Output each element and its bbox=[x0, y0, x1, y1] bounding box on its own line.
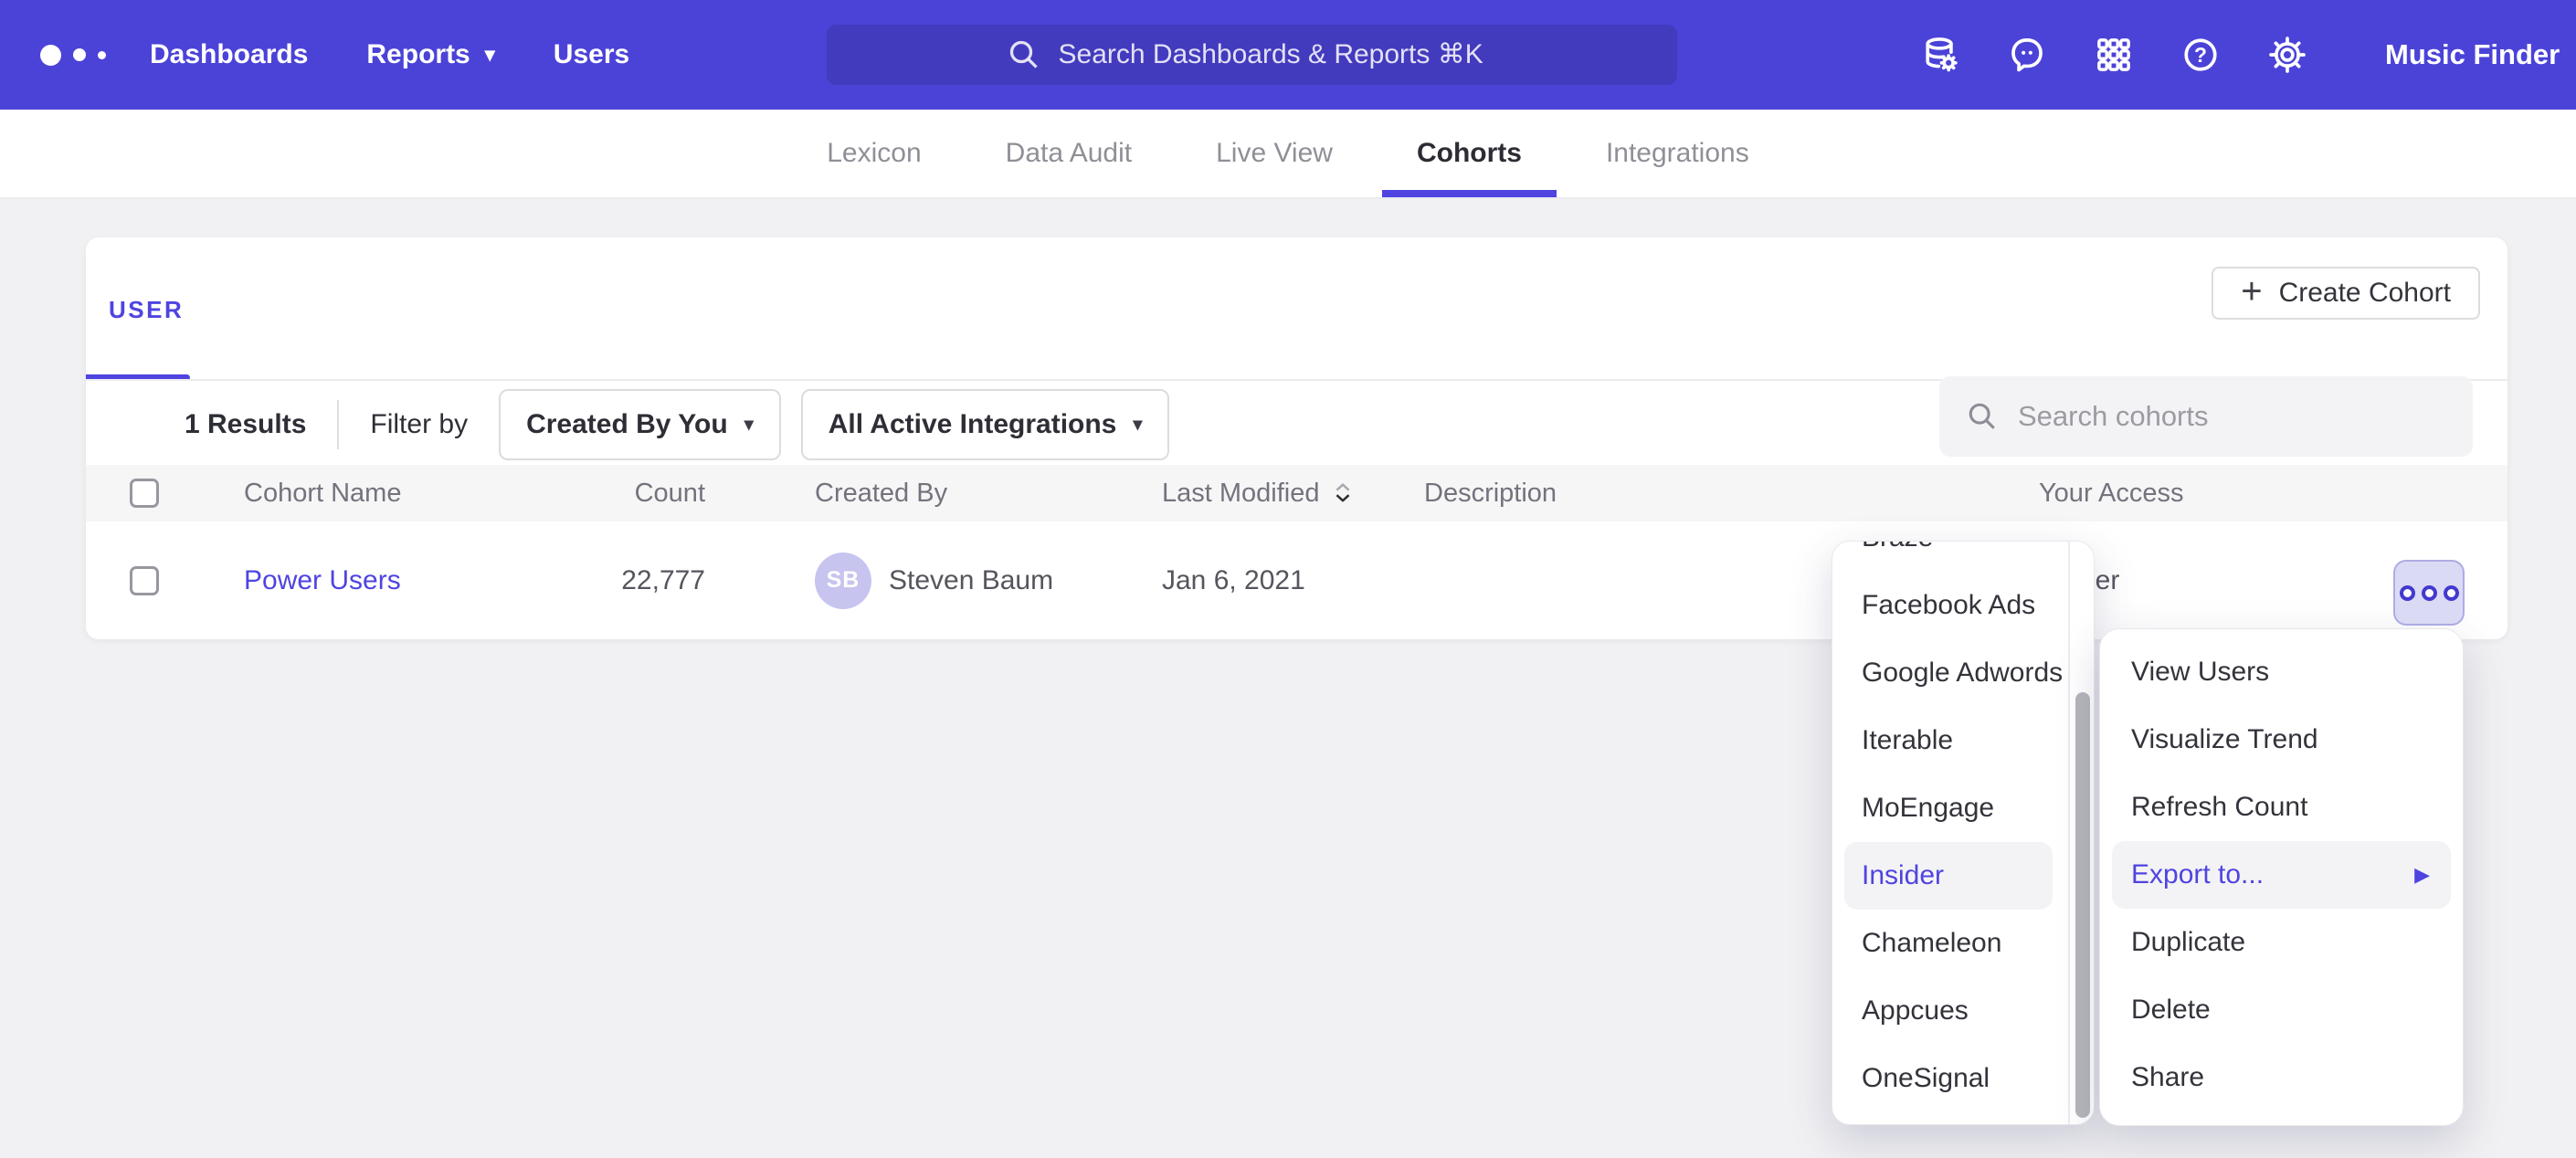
export-destinations-menu: Braze Facebook Ads Google Adwords Iterab… bbox=[1832, 541, 2095, 1125]
svg-text:?: ? bbox=[2194, 43, 2207, 67]
header-your-access[interactable]: Your Access bbox=[2039, 465, 2184, 521]
avatar: SB bbox=[815, 553, 871, 609]
tab-lexicon[interactable]: Lexicon bbox=[827, 110, 921, 197]
apps-grid-icon[interactable] bbox=[2094, 35, 2134, 75]
tab-data-audit[interactable]: Data Audit bbox=[1006, 110, 1132, 197]
cohorts-card: USER + Create Cohort 1 Results Filter by… bbox=[86, 237, 2507, 639]
menu-item-delete[interactable]: Delete bbox=[2100, 976, 2463, 1044]
vertical-divider bbox=[337, 400, 339, 449]
menu-item-visualize-trend[interactable]: Visualize Trend bbox=[2100, 706, 2463, 774]
cohort-count: 22,777 bbox=[561, 521, 705, 639]
tab-data-audit-label: Data Audit bbox=[1006, 138, 1132, 169]
row-checkbox[interactable] bbox=[130, 566, 159, 595]
search-icon bbox=[1008, 38, 1040, 71]
menu-scrollbar-thumb[interactable] bbox=[2075, 692, 2090, 1118]
ellipsis-dot bbox=[2444, 585, 2459, 601]
settings-gear-icon[interactable] bbox=[2267, 35, 2307, 75]
cohort-search-bar[interactable] bbox=[1939, 376, 2473, 457]
results-count: 1 Results bbox=[185, 409, 306, 440]
menu-item-insider[interactable]: Insider bbox=[1844, 842, 2053, 910]
tab-user-cohorts[interactable]: USER bbox=[109, 296, 184, 324]
submenu-arrow-icon: ▶ bbox=[2414, 863, 2430, 887]
global-search-bar[interactable] bbox=[827, 25, 1677, 85]
created-by-cell: SB Steven Baum bbox=[815, 521, 1053, 639]
search-icon bbox=[1967, 401, 1998, 432]
create-cohort-button[interactable]: + Create Cohort bbox=[2212, 267, 2480, 320]
menu-item-view-users[interactable]: View Users bbox=[2100, 638, 2463, 706]
logo-dot-small bbox=[98, 51, 106, 59]
menu-item-export-to-label: Export to... bbox=[2131, 859, 2264, 890]
export-destinations-list: Braze Facebook Ads Google Adwords Iterab… bbox=[1832, 541, 2094, 1112]
menu-item-onesignal[interactable]: OneSignal bbox=[1832, 1045, 2094, 1112]
mixpanel-dots-logo[interactable] bbox=[40, 45, 106, 66]
sort-descending-icon[interactable] bbox=[1333, 482, 1353, 504]
nav-item-dashboards[interactable]: Dashboards bbox=[150, 39, 308, 70]
ellipsis-dot bbox=[2422, 585, 2437, 601]
menu-item-refresh-count[interactable]: Refresh Count bbox=[2100, 774, 2463, 841]
topnav-right-cluster: ? Music Finder ▾ bbox=[1920, 0, 2576, 110]
menu-item-chameleon[interactable]: Chameleon bbox=[1832, 910, 2094, 977]
menu-item-appcues[interactable]: Appcues bbox=[1832, 977, 2094, 1045]
menu-scrollbar-track bbox=[2068, 542, 2094, 1124]
help-icon[interactable]: ? bbox=[2180, 35, 2221, 75]
create-cohort-label: Create Cohort bbox=[2279, 278, 2451, 309]
header-cohort-name[interactable]: Cohort Name bbox=[244, 465, 401, 521]
creator-name: Steven Baum bbox=[889, 565, 1053, 596]
plus-icon: + bbox=[2241, 273, 2262, 310]
filter-by-label: Filter by bbox=[370, 409, 468, 440]
menu-item-google-adwords[interactable]: Google Adwords bbox=[1832, 639, 2094, 707]
menu-item-share[interactable]: Share bbox=[2100, 1044, 2463, 1111]
nav-item-users[interactable]: Users bbox=[554, 39, 629, 70]
cohorts-table-header: Cohort Name Count Created By Last Modifi… bbox=[86, 465, 2507, 521]
menu-item-moengage[interactable]: MoEngage bbox=[1832, 774, 2094, 842]
filter-created-by-dropdown[interactable]: Created By You ▾ bbox=[499, 389, 781, 460]
table-row[interactable]: Power Users 22,777 SB Steven Baum Jan 6,… bbox=[86, 521, 2507, 639]
menu-item-duplicate[interactable]: Duplicate bbox=[2100, 909, 2463, 976]
ellipsis-dot bbox=[2400, 585, 2415, 601]
project-name: Music Finder bbox=[2385, 38, 2560, 71]
filter-integrations-dropdown[interactable]: All Active Integrations ▾ bbox=[801, 389, 1170, 460]
header-last-modified-label: Last Modified bbox=[1162, 479, 1320, 509]
tab-cohorts[interactable]: Cohorts bbox=[1417, 110, 1522, 197]
data-settings-icon[interactable] bbox=[1920, 35, 1960, 75]
cohort-name-link[interactable]: Power Users bbox=[244, 565, 401, 596]
menu-item-export-to[interactable]: Export to... ▶ bbox=[2112, 841, 2451, 909]
cohort-context-menu: View Users Visualize Trend Refresh Count… bbox=[2099, 628, 2464, 1126]
header-count[interactable]: Count bbox=[561, 465, 705, 521]
tab-live-view-label: Live View bbox=[1216, 138, 1333, 169]
last-modified-cell: Jan 6, 2021 bbox=[1162, 521, 1305, 639]
chevron-down-icon: ▾ bbox=[485, 45, 495, 65]
top-navbar: Dashboards Reports ▾ Users bbox=[0, 0, 2576, 110]
feedback-icon[interactable] bbox=[2007, 35, 2047, 75]
nav-item-reports[interactable]: Reports ▾ bbox=[366, 39, 494, 70]
tab-live-view[interactable]: Live View bbox=[1216, 110, 1333, 197]
filter-created-by-value: Created By You bbox=[526, 409, 728, 440]
tab-lexicon-label: Lexicon bbox=[827, 138, 921, 169]
nav-item-dashboards-label: Dashboards bbox=[150, 39, 308, 70]
global-search-input[interactable] bbox=[1059, 39, 1497, 70]
header-description[interactable]: Description bbox=[1424, 465, 1557, 521]
logo-dot-medium bbox=[73, 48, 86, 61]
nav-item-users-label: Users bbox=[554, 39, 629, 70]
tab-integrations-label: Integrations bbox=[1606, 138, 1749, 169]
header-last-modified[interactable]: Last Modified bbox=[1162, 465, 1353, 521]
tab-integrations[interactable]: Integrations bbox=[1606, 110, 1749, 197]
header-created-by[interactable]: Created By bbox=[815, 465, 947, 521]
secondary-nav: Lexicon Data Audit Live View Cohorts Int… bbox=[0, 110, 2576, 199]
menu-item-iterable[interactable]: Iterable bbox=[1832, 707, 2094, 774]
chevron-down-icon: ▾ bbox=[1133, 416, 1142, 434]
filter-integrations-value: All Active Integrations bbox=[829, 409, 1117, 440]
select-all-checkbox[interactable] bbox=[130, 479, 159, 508]
cohort-search-input[interactable] bbox=[2018, 400, 2438, 433]
tab-cohorts-label: Cohorts bbox=[1417, 138, 1522, 169]
menu-item-facebook-ads[interactable]: Facebook Ads bbox=[1832, 572, 2094, 639]
chevron-down-icon: ▾ bbox=[744, 416, 754, 434]
menu-item-braze[interactable]: Braze bbox=[1832, 541, 2094, 572]
nav-item-reports-label: Reports bbox=[366, 39, 470, 70]
filter-row: 1 Results Filter by Created By You ▾ All… bbox=[185, 384, 1189, 466]
project-switcher[interactable]: Music Finder ▾ bbox=[2385, 38, 2576, 71]
logo-dot-large bbox=[40, 45, 61, 66]
row-actions-ellipsis-button[interactable] bbox=[2393, 560, 2465, 626]
